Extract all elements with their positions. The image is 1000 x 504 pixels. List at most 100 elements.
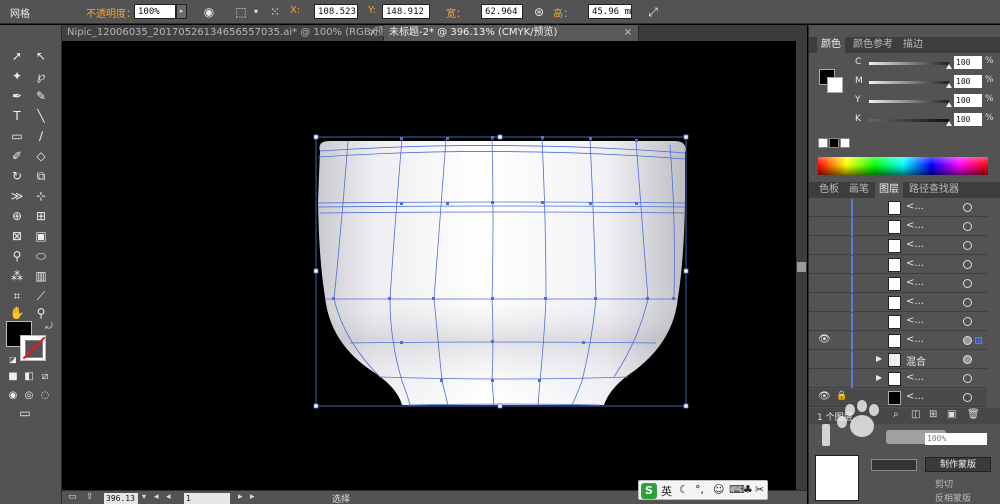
target-icon[interactable] (963, 203, 972, 212)
scrollbar-thumb[interactable] (797, 262, 806, 272)
tab-color[interactable]: 颜色 (817, 37, 845, 53)
smile-icon[interactable]: ☺ (713, 483, 724, 496)
none-mode-icon[interactable]: ⧄ (36, 368, 54, 385)
slice-tool-icon[interactable]: ⟋ (32, 288, 50, 305)
tab-nipic[interactable]: Nipic_12006035_20170526134656557035.ai* … (62, 25, 398, 41)
black-swatch[interactable] (829, 138, 839, 148)
vertical-scrollbar[interactable] (796, 41, 807, 490)
tab-stroke[interactable]: 描边 (899, 37, 927, 53)
close-icon[interactable]: × (624, 25, 632, 41)
swap-icon[interactable]: ⤾ (40, 319, 58, 336)
symbol-sprayer-icon[interactable]: ⁂ (8, 268, 26, 285)
channel-y-input[interactable]: 100 (954, 94, 982, 107)
channel-m-input[interactable]: 100 (954, 75, 982, 88)
none-swatch[interactable] (818, 138, 828, 148)
target-icon[interactable] (963, 222, 972, 231)
target-icon[interactable] (963, 279, 972, 288)
target-icon[interactable] (963, 241, 972, 250)
paintbrush-icon[interactable]: ∕ (32, 128, 50, 145)
sogou-logo[interactable]: S (641, 483, 657, 499)
curvature-tool-icon[interactable]: ✎ (32, 88, 50, 105)
layer-row[interactable]: ▶ <... (809, 370, 987, 388)
tab-untitled-2[interactable]: 未标题-2* @ 396.13% (CMYK/预览) × (384, 25, 639, 41)
magic-wand-icon[interactable]: ✦ (8, 68, 26, 85)
channel-c-input[interactable]: 100 (954, 56, 982, 69)
channel-k-input[interactable]: 100 (954, 113, 982, 126)
channel-m-slider[interactable] (869, 81, 949, 84)
target-icon[interactable] (963, 260, 972, 269)
blend-tool-icon[interactable]: ⬭ (32, 248, 50, 265)
layer-row[interactable]: 👁 <... (809, 332, 987, 350)
chevron-down-icon[interactable]: ▾ (142, 492, 146, 501)
expand-arrow-icon[interactable]: ▶ (876, 354, 882, 363)
layer-row[interactable]: <... (809, 313, 987, 331)
layer-row[interactable]: <... (809, 199, 987, 217)
mesh-bowl-artwork[interactable] (62, 41, 796, 490)
moon-icon[interactable]: ☾ (679, 483, 689, 496)
tools-icon[interactable]: ✂ (755, 483, 764, 496)
artboard-input[interactable]: 1 (184, 493, 230, 504)
selection-tool-icon[interactable]: ➚ (8, 48, 26, 65)
channel-y-slider[interactable] (869, 100, 949, 103)
column-graph-icon[interactable]: ▥ (32, 268, 50, 285)
color-spectrum[interactable] (818, 157, 988, 175)
artboard-tool-icon[interactable]: ⌗ (8, 288, 26, 305)
slider-handle[interactable] (946, 102, 952, 107)
punctuation-icon[interactable]: °, (695, 483, 704, 496)
first-artboard-icon[interactable]: ◂ (166, 492, 171, 502)
recolor-icon[interactable]: ◉ (200, 3, 218, 21)
free-transform-icon[interactable]: ⊹ (32, 188, 50, 205)
x-input[interactable]: 108.523 (314, 4, 358, 19)
gradient-tool-icon[interactable]: ▣ (32, 228, 50, 245)
layer-row[interactable]: <... (809, 294, 987, 312)
status-arrow-icon[interactable]: ▭ (68, 492, 77, 502)
layer-row-blend[interactable]: ▶ 混合 (809, 351, 987, 369)
tab-brushes[interactable]: 画笔 (845, 182, 873, 198)
target-icon[interactable] (963, 336, 972, 345)
status-share-icon[interactable]: ⇪ (86, 492, 94, 502)
shape-builder-icon[interactable]: ⊕ (8, 208, 26, 225)
type-tool-icon[interactable]: T (8, 108, 26, 125)
opacity-input[interactable]: 100% (134, 4, 176, 19)
default-colors-icon[interactable]: ◪ (4, 351, 22, 368)
mesh-tool-icon[interactable]: ⊠ (8, 228, 26, 245)
prev-artboard-icon[interactable]: ◂ (154, 492, 159, 502)
eye-icon[interactable]: 👁 (818, 334, 831, 345)
tab-layers[interactable]: 图层 (875, 182, 903, 198)
pen-tool-icon[interactable]: ✒ (8, 88, 26, 105)
canvas[interactable] (62, 41, 796, 490)
slider-handle[interactable] (946, 64, 952, 69)
ime-language-toggle[interactable]: 英 (661, 483, 672, 499)
white-swatch[interactable] (840, 138, 850, 148)
draw-inside-icon[interactable]: ◌ (36, 387, 54, 404)
eyedropper-icon[interactable]: ⚲ (8, 248, 26, 265)
link-icon[interactable]: ⊛ (530, 3, 548, 21)
chevron-down-icon[interactable]: ▾ (247, 3, 265, 21)
scale-tool-icon[interactable]: ⧉ (32, 168, 50, 185)
rotate-tool-icon[interactable]: ↻ (8, 168, 26, 185)
layer-row[interactable]: <... (809, 275, 987, 293)
target-icon[interactable] (963, 355, 972, 364)
slider-handle[interactable] (946, 121, 952, 126)
tab-color-guide[interactable]: 颜色参考 (849, 37, 897, 53)
target-icon[interactable] (963, 298, 972, 307)
width-tool-icon[interactable]: ≫ (8, 188, 26, 205)
channel-c-slider[interactable] (869, 62, 949, 65)
target-icon[interactable] (963, 374, 972, 383)
reference-point-icon[interactable]: ⁙ (266, 3, 284, 21)
pencil-icon[interactable]: ✐ (8, 148, 26, 165)
layer-row[interactable]: <... (809, 237, 987, 255)
direct-selection-tool-icon[interactable]: ↖ (32, 48, 50, 65)
skin-icon[interactable]: ♣ (743, 483, 753, 496)
tab-pathfinder[interactable]: 路径查找器 (905, 182, 963, 198)
close-icon[interactable]: × (369, 25, 377, 41)
transform-icon[interactable]: ⤢ (644, 3, 662, 21)
last-artboard-icon[interactable]: ▸ (250, 492, 255, 502)
tab-swatches[interactable]: 色板 (815, 182, 843, 198)
next-artboard-icon[interactable]: ▸ (238, 492, 243, 502)
eraser-icon[interactable]: ◇ (32, 148, 50, 165)
stroke-swatch[interactable] (20, 335, 46, 361)
layer-row[interactable]: <... (809, 256, 987, 274)
lasso-icon[interactable]: ℘ (32, 68, 50, 85)
perspective-grid-icon[interactable]: ⊞ (32, 208, 50, 225)
